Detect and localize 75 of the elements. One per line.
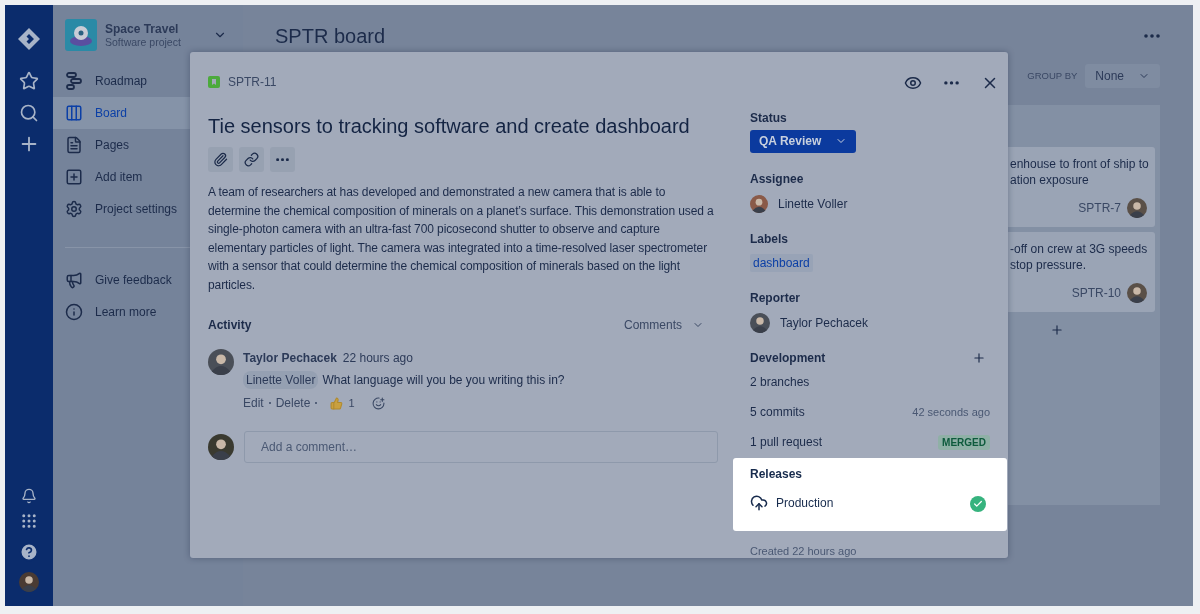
comment-action-link[interactable]: Edit [243, 394, 264, 412]
assignee-avatar [750, 195, 768, 214]
more-icon[interactable] [1144, 34, 1160, 38]
development-link[interactable]: 2 branches [750, 373, 810, 392]
field-label: Releases [750, 466, 804, 484]
field-label: Labels [750, 231, 789, 249]
comment-field[interactable]: Add a comment… [244, 431, 718, 463]
card-text: enhouse to front of ship to [1010, 156, 1147, 172]
link-button[interactable] [239, 147, 264, 172]
created-time: Created 22 hours ago [750, 545, 858, 558]
development-link[interactable]: 5 commits [750, 403, 805, 422]
field-label: Reporter [750, 290, 801, 308]
assignee-name[interactable]: Linette Voller [778, 195, 848, 214]
project-avatar [65, 19, 97, 51]
cloud-upload-icon [750, 493, 768, 512]
card-text: ation exposure [1010, 172, 1090, 188]
app-grid-icon[interactable] [20, 512, 38, 530]
activity-heading: Activity [208, 317, 252, 334]
group-by-dropdown[interactable]: None [1085, 64, 1160, 88]
more-icon[interactable] [944, 81, 959, 86]
comment-time: 22 hours ago [342, 350, 413, 367]
development-link[interactable]: 1 pull request [750, 433, 823, 452]
status-dropdown[interactable]: QA Review [750, 129, 857, 154]
comment-author[interactable]: Taylor Pechacek [243, 349, 337, 367]
roadmap-icon [66, 72, 82, 90]
field-label: Assignee [750, 171, 805, 189]
issue-key: SPTR-10 [1071, 284, 1121, 302]
megaphone-icon [65, 271, 83, 289]
paperclip-icon [213, 152, 228, 167]
add-reaction-icon[interactable] [371, 396, 385, 410]
more-button[interactable] [270, 147, 295, 172]
issue-key[interactable]: SPTR-11 [228, 73, 277, 91]
board-title: SPTR board [275, 24, 386, 49]
help-icon[interactable] [19, 542, 39, 562]
user-avatar [208, 434, 234, 460]
issue-card[interactable]: -off on crew at 3G speeds stop pressure. SPTR-10 [1008, 232, 1155, 312]
add-item-icon [65, 168, 83, 186]
card-text: -off on crew at 3G speeds [1010, 241, 1147, 257]
profile-avatar [19, 572, 39, 592]
issue-card[interactable]: enhouse to front of ship to ation exposure SPTR-7 [1008, 147, 1155, 227]
project-name: Space Travel [105, 21, 180, 36]
card-text: stop pressure. [1010, 257, 1088, 273]
search-icon[interactable] [19, 103, 39, 123]
field-label: Status [750, 109, 788, 127]
comment-action-link[interactable]: Delete [275, 394, 311, 412]
project-type: Software project [105, 35, 182, 49]
reporter-avatar [750, 313, 770, 334]
issue-key: SPTR-7 [1078, 199, 1121, 217]
board-icon [65, 104, 83, 122]
info-icon [65, 303, 83, 321]
commit-time: 42 seconds ago [912, 404, 990, 420]
field-label: Development [750, 350, 826, 368]
merged-badge: MERGED [938, 434, 990, 450]
link-icon [244, 152, 259, 167]
assignee-avatar [1127, 198, 1147, 218]
issue-description: A team of researchers at has developed and demonstrated a new camera that is able to determine the chemical composition of minerals on a planet’s surface. This demonstration used a single-photon camera with an ultra-fast 700 picosecond shutter to observe and capture elementary particles of light. The camera was integrated into a time-resolved laser spectrometer with a sensor that could determine the chemical composition of minerals based on the light particles. [208, 184, 715, 294]
settings-icon [65, 200, 83, 218]
logo-icon[interactable] [17, 27, 41, 51]
release-name[interactable]: Production [776, 493, 962, 512]
page-icon [65, 136, 83, 154]
commenter-avatar [208, 349, 234, 375]
star-icon[interactable] [19, 71, 39, 91]
attach-button[interactable] [208, 147, 233, 172]
activity-filter[interactable]: Comments [624, 316, 718, 334]
more-icon [276, 157, 289, 162]
reaction-count: 1 [348, 395, 355, 411]
bell-icon[interactable] [21, 488, 37, 504]
story-icon [208, 76, 220, 88]
label-tag[interactable]: dashboard [750, 254, 813, 273]
thumbs-up-icon[interactable] [330, 396, 344, 410]
add-icon[interactable] [972, 351, 986, 366]
user-mention[interactable]: Linette Voller [243, 371, 319, 389]
comment-text: What language will you be you writing this in? [322, 372, 565, 389]
assignee-avatar [1127, 283, 1147, 303]
reporter-name[interactable]: Taylor Pechacek [780, 314, 869, 333]
